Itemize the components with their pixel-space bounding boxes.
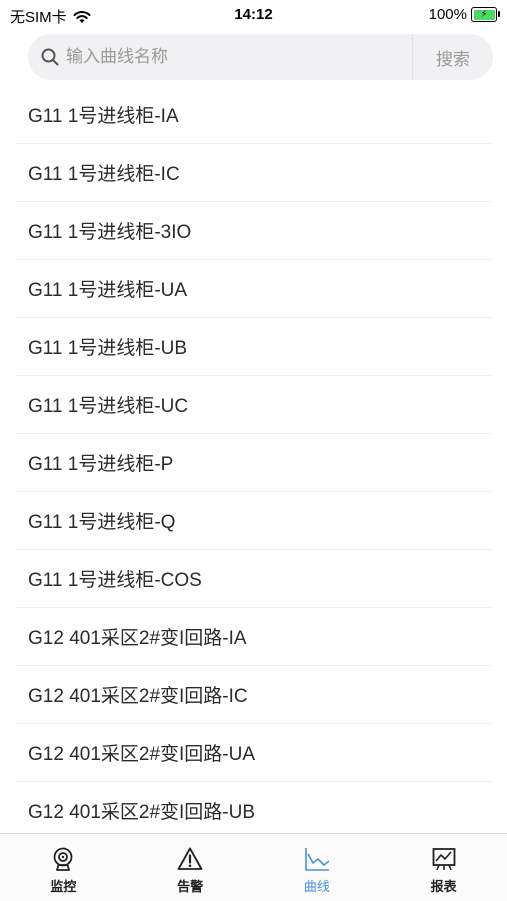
list-item[interactable]: G12 401采区2#变I回路-UA — [16, 724, 493, 782]
list-item[interactable]: G11 1号进线柜-UB — [16, 318, 493, 376]
warning-icon — [177, 847, 203, 870]
list-item[interactable]: G11 1号进线柜-3IO — [16, 202, 493, 260]
tab-alarm[interactable]: 告警 — [127, 834, 254, 901]
list-item[interactable]: G11 1号进线柜-IA — [16, 86, 493, 144]
battery-icon: ⚡ — [471, 7, 500, 22]
search-input[interactable] — [60, 33, 412, 81]
curve-list: G11 1号进线柜-IA G11 1号进线柜-IC G11 1号进线柜-3IO … — [16, 86, 493, 832]
list-item[interactable]: G11 1号进线柜-Q — [16, 492, 493, 550]
line-chart-icon — [305, 848, 330, 871]
list-item[interactable]: G12 401采区2#变I回路-IA — [16, 608, 493, 666]
list-item[interactable]: G11 1号进线柜-UA — [16, 260, 493, 318]
tab-label: 告警 — [177, 879, 204, 894]
list-item[interactable]: G12 401采区2#变I回路-UB — [16, 782, 493, 832]
list-item[interactable]: G11 1号进线柜-UC — [16, 376, 493, 434]
tab-label: 报表 — [430, 879, 457, 894]
webcam-icon — [53, 847, 73, 871]
battery-percent: 100% — [428, 6, 467, 23]
status-right: 100% ⚡ — [428, 6, 500, 23]
list-item[interactable]: G11 1号进线柜-IC — [16, 144, 493, 202]
list-item[interactable]: G11 1号进线柜-COS — [16, 550, 493, 608]
list-item[interactable]: G11 1号进线柜-P — [16, 434, 493, 492]
tab-report[interactable]: 报表 — [380, 834, 507, 901]
status-bar: 无SIM卡 14:12 100% ⚡ — [0, 0, 507, 30]
tab-bar: 监控 告警 曲线 报表 — [0, 833, 507, 901]
search-bar: 搜索 — [28, 33, 493, 81]
tab-curve[interactable]: 曲线 — [254, 834, 381, 901]
tab-monitor[interactable]: 监控 — [0, 834, 127, 901]
tab-label: 曲线 — [303, 879, 330, 894]
list-item[interactable]: G12 401采区2#变I回路-IC — [16, 666, 493, 724]
report-chart-icon — [432, 848, 456, 871]
search-button[interactable]: 搜索 — [413, 45, 493, 70]
tab-label: 监控 — [50, 879, 77, 894]
search-icon — [41, 48, 59, 66]
